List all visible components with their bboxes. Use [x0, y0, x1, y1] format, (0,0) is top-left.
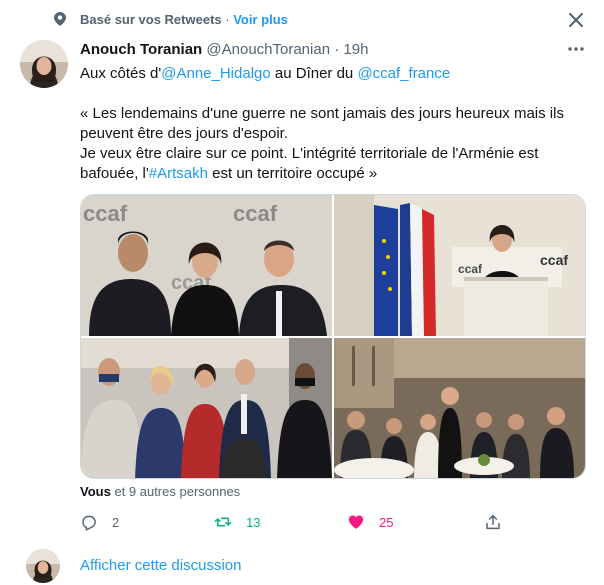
media-grid: ccaf ccaf ccaf ccaf ccaf — [80, 194, 586, 479]
social-context-text: Basé sur vos Retweets · Voir plus — [80, 12, 288, 27]
share-button[interactable] — [484, 510, 502, 534]
like-button[interactable]: 25 — [347, 510, 393, 534]
author-name[interactable]: Anouch Toranian — [80, 41, 202, 58]
tweet-text-span: est un territoire occupé » — [207, 165, 378, 182]
quote-line-1: « Les lendemains d'une guerre ne sont ja… — [80, 105, 564, 122]
quote-line-2: peuvent être des jours d'espoir. — [80, 125, 288, 142]
location-pin-icon — [54, 12, 66, 26]
share-icon — [486, 514, 500, 530]
mention-ccaf-france[interactable]: @ccaf_france — [357, 65, 450, 82]
author-avatar[interactable] — [20, 40, 68, 88]
header-dot: · — [334, 41, 340, 58]
photo-logo-text: ccaf — [83, 201, 128, 226]
thread-avatar[interactable] — [26, 549, 60, 583]
more-horizontal-icon[interactable] — [566, 42, 586, 56]
tweet-header: Anouch Toranian @AnouchToranian · 19h — [80, 41, 368, 58]
photo-logo-text: ccaf — [540, 252, 568, 268]
tweet-text-span: bafouée, l' — [80, 165, 149, 182]
see-more-link[interactable]: Voir plus — [233, 12, 288, 27]
close-icon[interactable] — [566, 10, 586, 30]
quote-line-3: Je veux être claire sur ce point. L'inté… — [80, 145, 539, 162]
context-label: Basé sur vos Retweets — [80, 12, 222, 27]
photo-dinner-room[interactable] — [334, 338, 585, 478]
retweet-count: 13 — [246, 514, 261, 530]
photo-group-backdrop[interactable]: ccaf ccaf ccaf — [81, 195, 332, 336]
reply-button[interactable]: 2 — [80, 510, 119, 534]
tweet-text-span: Aux côtés d' — [80, 65, 162, 82]
liked-by-others: et 9 autres personnes — [110, 484, 241, 499]
show-thread-link[interactable]: Afficher cette discussion — [80, 557, 241, 574]
reply-icon — [82, 515, 96, 531]
tweet-text-span: au Dîner du — [270, 65, 358, 82]
tweet-text: Aux côtés d'@Anne_Hidalgo au Dîner du @c… — [80, 64, 580, 184]
mention-anne-hidalgo[interactable]: @Anne_Hidalgo — [161, 65, 270, 82]
retweet-icon — [214, 517, 232, 527]
liked-by-summary[interactable]: Vous et 9 autres personnes — [80, 484, 240, 499]
photo-logo-text: ccaf — [458, 262, 483, 276]
tweet-line-1: Aux côtés d'@Anne_Hidalgo au Dîner du @c… — [80, 64, 580, 84]
context-separator: · — [225, 12, 230, 27]
quote-line-4: bafouée, l'#Artsakh est un territoire oc… — [80, 164, 580, 184]
photo-logo-text: ccaf — [233, 201, 278, 226]
heart-icon — [348, 515, 364, 529]
reply-count: 2 — [112, 514, 120, 530]
like-count: 25 — [379, 514, 394, 530]
tweet-action-bar: 2 13 25 — [80, 510, 586, 534]
social-context-bar: Basé sur vos Retweets · Voir plus — [0, 0, 604, 38]
retweet-button[interactable]: 13 — [214, 510, 260, 534]
photo-group-six[interactable] — [81, 338, 332, 478]
photo-podium-speech[interactable]: ccaf ccaf — [334, 195, 585, 336]
liked-by-you: Vous — [80, 484, 111, 499]
author-handle[interactable]: @AnouchToranian — [206, 41, 330, 58]
tweet-timestamp[interactable]: 19h — [343, 41, 368, 58]
hashtag-artsakh[interactable]: #Artsakh — [149, 165, 208, 182]
